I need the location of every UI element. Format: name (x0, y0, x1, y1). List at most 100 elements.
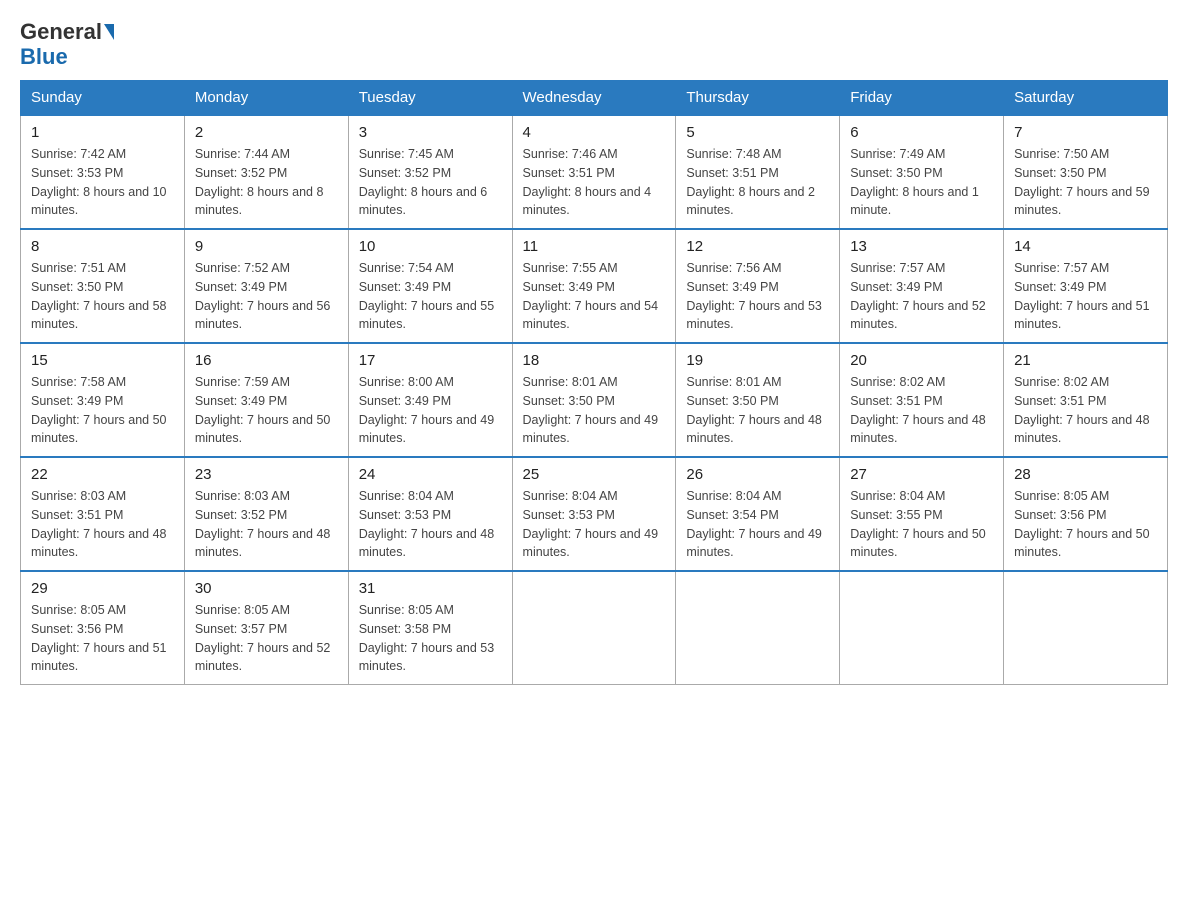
day-cell-9: 9 Sunrise: 7:52 AMSunset: 3:49 PMDaylight… (184, 229, 348, 343)
day-cell-30: 30 Sunrise: 8:05 AMSunset: 3:57 PMDayligh… (184, 571, 348, 685)
day-number: 11 (523, 238, 666, 255)
day-info: Sunrise: 7:49 AMSunset: 3:50 PMDaylight:… (850, 145, 993, 220)
day-cell-31: 31 Sunrise: 8:05 AMSunset: 3:58 PMDayligh… (348, 571, 512, 685)
day-cell-16: 16 Sunrise: 7:59 AMSunset: 3:49 PMDayligh… (184, 343, 348, 457)
day-info: Sunrise: 8:04 AMSunset: 3:53 PMDaylight:… (359, 487, 502, 562)
day-cell-6: 6 Sunrise: 7:49 AMSunset: 3:50 PMDaylight… (840, 115, 1004, 229)
day-number: 10 (359, 238, 502, 255)
logo-blue: Blue (20, 44, 68, 70)
empty-cell (676, 571, 840, 685)
day-info: Sunrise: 8:00 AMSunset: 3:49 PMDaylight:… (359, 373, 502, 448)
day-info: Sunrise: 7:54 AMSunset: 3:49 PMDaylight:… (359, 259, 502, 334)
day-number: 5 (686, 124, 829, 141)
week-row-1: 1 Sunrise: 7:42 AMSunset: 3:53 PMDaylight… (21, 115, 1168, 229)
day-number: 30 (195, 580, 338, 597)
day-info: Sunrise: 8:05 AMSunset: 3:56 PMDaylight:… (1014, 487, 1157, 562)
page-header: General Blue (20, 20, 1168, 70)
day-cell-23: 23 Sunrise: 8:03 AMSunset: 3:52 PMDayligh… (184, 457, 348, 571)
day-cell-12: 12 Sunrise: 7:56 AMSunset: 3:49 PMDayligh… (676, 229, 840, 343)
day-cell-25: 25 Sunrise: 8:04 AMSunset: 3:53 PMDayligh… (512, 457, 676, 571)
day-number: 7 (1014, 124, 1157, 141)
day-info: Sunrise: 7:59 AMSunset: 3:49 PMDaylight:… (195, 373, 338, 448)
day-info: Sunrise: 7:50 AMSunset: 3:50 PMDaylight:… (1014, 145, 1157, 220)
day-info: Sunrise: 8:05 AMSunset: 3:57 PMDaylight:… (195, 601, 338, 676)
day-number: 26 (686, 466, 829, 483)
calendar-table: SundayMondayTuesdayWednesdayThursdayFrid… (20, 80, 1168, 685)
day-cell-17: 17Sunrise: 8:00 AMSunset: 3:49 PMDayligh… (348, 343, 512, 457)
day-info: Sunrise: 7:56 AMSunset: 3:49 PMDaylight:… (686, 259, 829, 334)
day-cell-19: 19Sunrise: 8:01 AMSunset: 3:50 PMDayligh… (676, 343, 840, 457)
day-number: 12 (686, 238, 829, 255)
day-info: Sunrise: 7:52 AMSunset: 3:49 PMDaylight:… (195, 259, 338, 334)
day-cell-27: 27 Sunrise: 8:04 AMSunset: 3:55 PMDayligh… (840, 457, 1004, 571)
day-cell-13: 13Sunrise: 7:57 AMSunset: 3:49 PMDayligh… (840, 229, 1004, 343)
week-row-3: 15Sunrise: 7:58 AMSunset: 3:49 PMDayligh… (21, 343, 1168, 457)
day-cell-1: 1 Sunrise: 7:42 AMSunset: 3:53 PMDaylight… (21, 115, 185, 229)
day-info: Sunrise: 7:57 AMSunset: 3:49 PMDaylight:… (1014, 259, 1157, 334)
day-number: 28 (1014, 466, 1157, 483)
day-number: 4 (523, 124, 666, 141)
day-cell-22: 22 Sunrise: 8:03 AMSunset: 3:51 PMDayligh… (21, 457, 185, 571)
empty-cell (1004, 571, 1168, 685)
day-info: Sunrise: 7:51 AMSunset: 3:50 PMDaylight:… (31, 259, 174, 334)
day-cell-10: 10 Sunrise: 7:54 AMSunset: 3:49 PMDayligh… (348, 229, 512, 343)
day-number: 27 (850, 466, 993, 483)
logo-triangle-icon (104, 24, 114, 40)
day-number: 22 (31, 466, 174, 483)
day-info: Sunrise: 7:45 AMSunset: 3:52 PMDaylight:… (359, 145, 502, 220)
empty-cell (512, 571, 676, 685)
day-info: Sunrise: 8:05 AMSunset: 3:56 PMDaylight:… (31, 601, 174, 676)
day-cell-29: 29 Sunrise: 8:05 AMSunset: 3:56 PMDayligh… (21, 571, 185, 685)
day-info: Sunrise: 7:42 AMSunset: 3:53 PMDaylight:… (31, 145, 174, 220)
day-cell-20: 20 Sunrise: 8:02 AMSunset: 3:51 PMDayligh… (840, 343, 1004, 457)
day-number: 24 (359, 466, 502, 483)
day-info: Sunrise: 7:57 AMSunset: 3:49 PMDaylight:… (850, 259, 993, 334)
day-cell-5: 5Sunrise: 7:48 AMSunset: 3:51 PMDaylight… (676, 115, 840, 229)
column-header-sunday: Sunday (21, 81, 185, 116)
day-cell-2: 2 Sunrise: 7:44 AMSunset: 3:52 PMDaylight… (184, 115, 348, 229)
day-cell-26: 26Sunrise: 8:04 AMSunset: 3:54 PMDayligh… (676, 457, 840, 571)
day-info: Sunrise: 7:55 AMSunset: 3:49 PMDaylight:… (523, 259, 666, 334)
day-cell-8: 8 Sunrise: 7:51 AMSunset: 3:50 PMDaylight… (21, 229, 185, 343)
day-number: 6 (850, 124, 993, 141)
day-info: Sunrise: 8:04 AMSunset: 3:53 PMDaylight:… (523, 487, 666, 562)
day-number: 25 (523, 466, 666, 483)
logo: General Blue (20, 20, 114, 70)
day-info: Sunrise: 8:05 AMSunset: 3:58 PMDaylight:… (359, 601, 502, 676)
day-cell-7: 7 Sunrise: 7:50 AMSunset: 3:50 PMDaylight… (1004, 115, 1168, 229)
day-cell-21: 21 Sunrise: 8:02 AMSunset: 3:51 PMDayligh… (1004, 343, 1168, 457)
day-info: Sunrise: 7:46 AMSunset: 3:51 PMDaylight:… (523, 145, 666, 220)
day-cell-15: 15Sunrise: 7:58 AMSunset: 3:49 PMDayligh… (21, 343, 185, 457)
column-header-saturday: Saturday (1004, 81, 1168, 116)
column-header-wednesday: Wednesday (512, 81, 676, 116)
day-number: 14 (1014, 238, 1157, 255)
day-number: 18 (523, 352, 666, 369)
column-header-monday: Monday (184, 81, 348, 116)
day-number: 31 (359, 580, 502, 597)
day-number: 23 (195, 466, 338, 483)
column-header-friday: Friday (840, 81, 1004, 116)
day-number: 8 (31, 238, 174, 255)
day-number: 21 (1014, 352, 1157, 369)
day-number: 29 (31, 580, 174, 597)
day-cell-14: 14 Sunrise: 7:57 AMSunset: 3:49 PMDayligh… (1004, 229, 1168, 343)
day-cell-24: 24 Sunrise: 8:04 AMSunset: 3:53 PMDayligh… (348, 457, 512, 571)
day-cell-18: 18 Sunrise: 8:01 AMSunset: 3:50 PMDayligh… (512, 343, 676, 457)
day-number: 16 (195, 352, 338, 369)
day-info: Sunrise: 8:04 AMSunset: 3:55 PMDaylight:… (850, 487, 993, 562)
day-cell-4: 4 Sunrise: 7:46 AMSunset: 3:51 PMDaylight… (512, 115, 676, 229)
day-info: Sunrise: 7:44 AMSunset: 3:52 PMDaylight:… (195, 145, 338, 220)
day-number: 2 (195, 124, 338, 141)
day-number: 9 (195, 238, 338, 255)
day-info: Sunrise: 8:03 AMSunset: 3:51 PMDaylight:… (31, 487, 174, 562)
day-info: Sunrise: 8:03 AMSunset: 3:52 PMDaylight:… (195, 487, 338, 562)
day-number: 1 (31, 124, 174, 141)
day-info: Sunrise: 8:02 AMSunset: 3:51 PMDaylight:… (1014, 373, 1157, 448)
day-info: Sunrise: 8:01 AMSunset: 3:50 PMDaylight:… (523, 373, 666, 448)
day-info: Sunrise: 8:02 AMSunset: 3:51 PMDaylight:… (850, 373, 993, 448)
day-cell-28: 28 Sunrise: 8:05 AMSunset: 3:56 PMDayligh… (1004, 457, 1168, 571)
day-cell-3: 3Sunrise: 7:45 AMSunset: 3:52 PMDaylight… (348, 115, 512, 229)
day-number: 20 (850, 352, 993, 369)
day-info: Sunrise: 8:01 AMSunset: 3:50 PMDaylight:… (686, 373, 829, 448)
logo-general: General (20, 20, 102, 44)
